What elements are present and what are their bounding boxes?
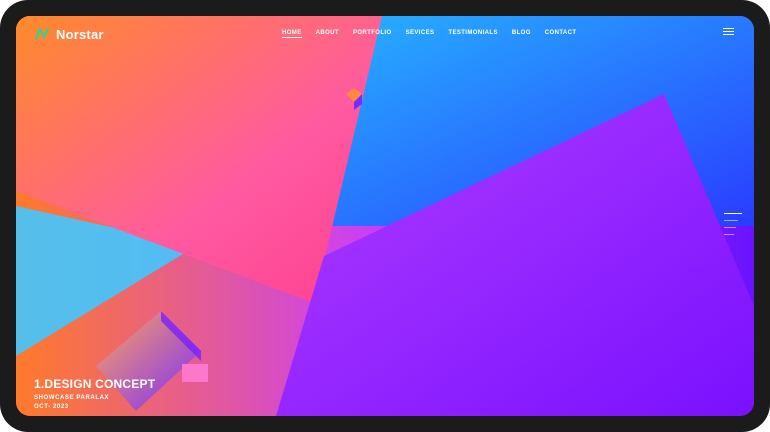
hamburger-menu-icon[interactable] — [723, 28, 734, 36]
nav-sevices[interactable]: SEVICES — [406, 30, 435, 38]
main-nav: HOME ABOUT PORTFOLIO SEVICES TESTIMONIAL… — [282, 30, 576, 38]
n-logo-icon — [34, 27, 50, 41]
nav-portfolio[interactable]: PORTFOLIO — [353, 30, 392, 38]
device-frame: Norstar HOME ABOUT PORTFOLIO SEVICES TES… — [0, 0, 770, 432]
nav-blog[interactable]: BLOG — [512, 30, 531, 38]
nav-home[interactable]: HOME — [282, 30, 302, 38]
nav-testimonials[interactable]: TESTIMONIALS — [448, 30, 497, 38]
slide-caption: 1.DESIGN CONCEPT SHOWCASE PARALAX OCT- 2… — [34, 377, 155, 410]
nav-contact[interactable]: CONTACT — [545, 30, 577, 38]
slide-indicator-1[interactable] — [724, 213, 742, 214]
slide-date: OCT- 2023 — [34, 404, 69, 410]
slide-indicator-4[interactable] — [724, 234, 734, 235]
nav-about[interactable]: ABOUT — [316, 30, 339, 38]
slide-title: 1.DESIGN CONCEPT — [34, 377, 156, 391]
hero-slider: Norstar HOME ABOUT PORTFOLIO SEVICES TES… — [16, 16, 754, 416]
brand-name: Norstar — [56, 26, 104, 42]
slide-subtitle: SHOWCASE PARALAX — [34, 395, 110, 401]
hero-background-art — [16, 16, 754, 416]
slide-indicator-2[interactable] — [724, 220, 738, 221]
brand-logo[interactable]: Norstar — [34, 26, 104, 42]
slide-indicators — [724, 213, 742, 241]
slide-indicator-3[interactable] — [724, 227, 736, 228]
